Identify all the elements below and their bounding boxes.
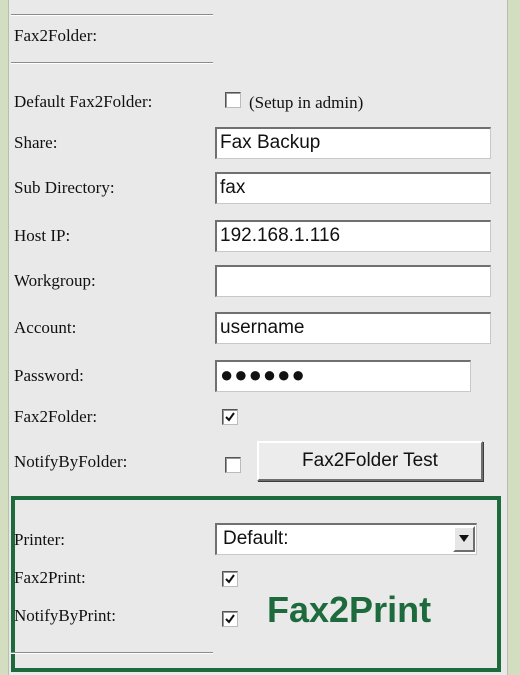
- fax2print-checkbox[interactable]: [222, 571, 238, 587]
- fax2folder-label: Fax2Folder:: [14, 407, 98, 426]
- notify-by-print-label: NotifyByPrint:: [14, 606, 117, 625]
- section-title: Fax2Folder:: [14, 26, 98, 45]
- checkmark-icon: [225, 574, 235, 584]
- notify-by-folder-checkbox[interactable]: [225, 457, 241, 473]
- host-ip-label: Host IP:: [14, 226, 71, 245]
- fax2folder-test-button[interactable]: Fax2Folder Test: [257, 441, 483, 481]
- checkmark-icon: [225, 614, 235, 624]
- share-input[interactable]: Fax Backup: [215, 127, 491, 159]
- account-input[interactable]: username: [215, 312, 491, 344]
- fax2print-label: Fax2Print:: [14, 568, 86, 587]
- sub-directory-label: Sub Directory:: [14, 178, 115, 197]
- bottom-separator: [11, 652, 213, 653]
- workgroup-label: Workgroup:: [14, 271, 96, 290]
- notify-by-print-checkbox[interactable]: [222, 611, 238, 627]
- section-separator: [11, 62, 213, 63]
- password-label: Password:: [14, 366, 84, 385]
- workgroup-input[interactable]: [215, 265, 491, 297]
- fax2print-title: Fax2Print: [267, 589, 432, 630]
- checkmark-icon: [225, 412, 235, 422]
- printer-label: Printer:: [14, 530, 65, 549]
- triangle-down-icon: [459, 535, 469, 542]
- notify-by-folder-label: NotifyByFolder:: [14, 452, 128, 471]
- fax2folder-checkbox[interactable]: [222, 409, 238, 425]
- password-input[interactable]: ●●●●●●: [215, 360, 471, 392]
- printer-selected-value: Default:: [223, 528, 289, 549]
- setup-in-admin-note: (Setup in admin): [249, 93, 364, 112]
- settings-panel: Fax2Folder: Default Fax2Folder: (Setup i…: [8, 0, 508, 675]
- default-fax2folder-checkbox[interactable]: [225, 92, 241, 108]
- account-label: Account:: [14, 318, 77, 337]
- host-ip-input[interactable]: 192.168.1.116: [215, 220, 491, 252]
- share-label: Share:: [14, 133, 58, 152]
- top-separator: [11, 14, 213, 15]
- default-fax2folder-label: Default Fax2Folder:: [14, 92, 153, 111]
- sub-directory-input[interactable]: fax: [215, 172, 491, 204]
- printer-select[interactable]: Default:: [215, 523, 477, 555]
- printer-dropdown-button[interactable]: [453, 526, 475, 552]
